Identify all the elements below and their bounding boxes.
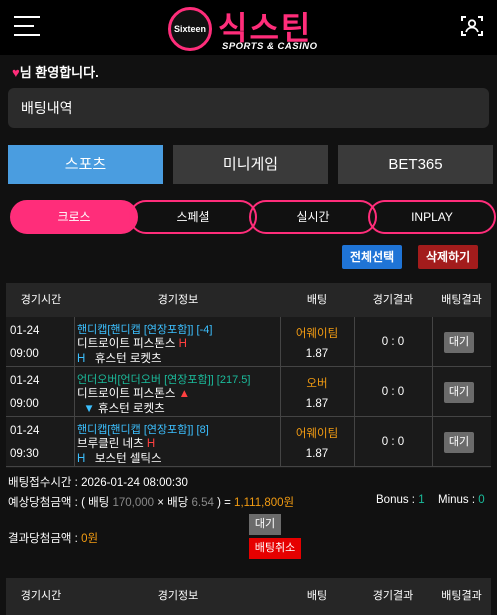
site-logo[interactable]: Sixteen 식스틴 SPORTS & CASINO bbox=[166, 3, 336, 53]
match-score: 0 : 0 bbox=[381, 336, 405, 348]
bet-odds: 1.87 bbox=[305, 348, 329, 360]
minus-info: Minus : 0 bbox=[438, 494, 485, 506]
col-bet-result: 배팅결과 bbox=[441, 590, 482, 602]
status-badge[interactable]: 대기 bbox=[444, 382, 474, 403]
bet-pick: 어웨이팀 bbox=[295, 428, 339, 440]
col-match-info: 경기정보 bbox=[157, 294, 199, 306]
table-row: 01-24 09:30 핸디캡[핸디캡 [연장포함]] [8] 브루클린 네츠 … bbox=[6, 417, 491, 467]
col-match-time: 경기시간 bbox=[20, 294, 62, 306]
logo-subtitle: SPORTS & CASINO bbox=[222, 41, 318, 52]
filter-inplay[interactable]: INPLAY bbox=[368, 200, 496, 234]
bet-table: 01-24 09:00 핸디캡[핸디캡 [연장포함]] [-4] 디트로이트 피… bbox=[6, 317, 491, 468]
welcome-message: ♥님 환영합니다. bbox=[12, 65, 99, 80]
col-match-result: 경기결과 bbox=[372, 590, 414, 602]
away-handicap-marker: H bbox=[77, 453, 86, 465]
cancel-bet-button[interactable]: 배팅취소 bbox=[249, 538, 301, 559]
home-handicap-marker: H bbox=[146, 438, 156, 450]
status-badge[interactable]: 대기 bbox=[444, 432, 474, 453]
stake-amount: 170,000 bbox=[112, 497, 155, 509]
delete-button[interactable]: 삭제하기 bbox=[418, 245, 479, 269]
col-match-info: 경기정보 bbox=[157, 590, 199, 602]
status-badge[interactable]: 대기 bbox=[444, 332, 474, 353]
total-odds: 6.54 bbox=[191, 497, 214, 509]
result-win-line: 결과당첨금액 : 0원 bbox=[8, 533, 99, 545]
bet-odds: 1.87 bbox=[305, 398, 329, 410]
col-bet-result: 배팅결과 bbox=[441, 294, 482, 306]
hamburger-menu-icon[interactable] bbox=[14, 14, 42, 38]
table-row: 01-24 09:00 언더오버[언더오버 [연장포함]] [217.5] 디트… bbox=[6, 367, 491, 417]
match-date: 01-24 bbox=[10, 375, 40, 387]
home-team: 디트로이트 피스톤스 H bbox=[77, 338, 187, 350]
bet-time: 2026-01-24 08:00:30 bbox=[81, 477, 188, 489]
match-time: 09:00 bbox=[10, 348, 39, 360]
page-title: 배팅내역 bbox=[8, 88, 489, 128]
filter-cross[interactable]: 크로스 bbox=[10, 200, 138, 234]
bet-pick: 오버 bbox=[306, 378, 328, 390]
match-time: 09:30 bbox=[10, 448, 39, 460]
tab-bet365[interactable]: BET365 bbox=[338, 145, 493, 184]
filter-special[interactable]: 스페셜 bbox=[129, 200, 257, 234]
home-team: 디트로이트 피스톤스 ▲ bbox=[77, 388, 191, 400]
select-all-button[interactable]: 전체선택 bbox=[342, 245, 403, 269]
home-team: 브루클린 네츠 H bbox=[77, 438, 156, 450]
col-match-time: 경기시간 bbox=[20, 590, 62, 602]
away-team: H 보스턴 셀틱스 bbox=[77, 453, 162, 465]
away-team: H 휴스턴 로켓츠 bbox=[77, 353, 162, 365]
match-score: 0 : 0 bbox=[381, 386, 405, 398]
match-date: 01-24 bbox=[10, 325, 40, 337]
col-bet: 배팅 bbox=[306, 590, 328, 602]
bet-odds: 1.87 bbox=[305, 448, 329, 460]
result-amount: 0원 bbox=[81, 533, 99, 545]
expected-win-line: 예상당첨금액 : ( 배팅 170,000 × 배당 6.54 ) = 1,11… bbox=[8, 497, 295, 509]
table-row: 01-24 09:00 핸디캡[핸디캡 [연장포함]] [-4] 디트로이트 피… bbox=[6, 317, 491, 367]
col-bet: 배팅 bbox=[306, 294, 328, 306]
bet-time-line: 배팅접수시간 : 2026-01-24 08:00:30 bbox=[8, 477, 188, 489]
over-arrow-icon: ▲ bbox=[178, 388, 191, 400]
under-arrow-icon: ▼ bbox=[83, 403, 95, 415]
tab-minigame[interactable]: 미니게임 bbox=[173, 145, 328, 184]
heart-icon: ♥ bbox=[12, 65, 20, 80]
match-time: 09:00 bbox=[10, 398, 39, 410]
user-scan-icon[interactable] bbox=[460, 14, 484, 38]
bet-pick: 어웨이팀 bbox=[295, 328, 339, 340]
top-header: Sixteen 식스틴 SPORTS & CASINO bbox=[0, 0, 497, 55]
away-team: ▼ 휴스턴 로켓츠 bbox=[83, 403, 165, 415]
col-match-result: 경기결과 bbox=[372, 294, 414, 306]
match-score: 0 : 0 bbox=[381, 436, 405, 448]
bonus-info: Bonus : 1 bbox=[376, 494, 425, 506]
logo-badge: Sixteen bbox=[168, 7, 212, 51]
expected-amount: 1,111,800원 bbox=[234, 497, 295, 509]
home-handicap-marker: H bbox=[178, 338, 187, 350]
match-date: 01-24 bbox=[10, 425, 40, 437]
table-header: 경기시간 경기정보 배팅 경기결과 배팅결과 bbox=[6, 283, 491, 317]
bet-summary: 배팅접수시간 : 2026-01-24 08:00:30 예상당첨금액 : ( … bbox=[6, 468, 491, 568]
status-badge[interactable]: 대기 bbox=[249, 514, 281, 535]
tab-sports[interactable]: 스포츠 bbox=[8, 145, 163, 184]
filter-live[interactable]: 실시간 bbox=[249, 200, 377, 234]
away-handicap-marker: H bbox=[77, 353, 86, 365]
table-header: 경기시간 경기정보 배팅 경기결과 배팅결과 bbox=[6, 578, 491, 615]
